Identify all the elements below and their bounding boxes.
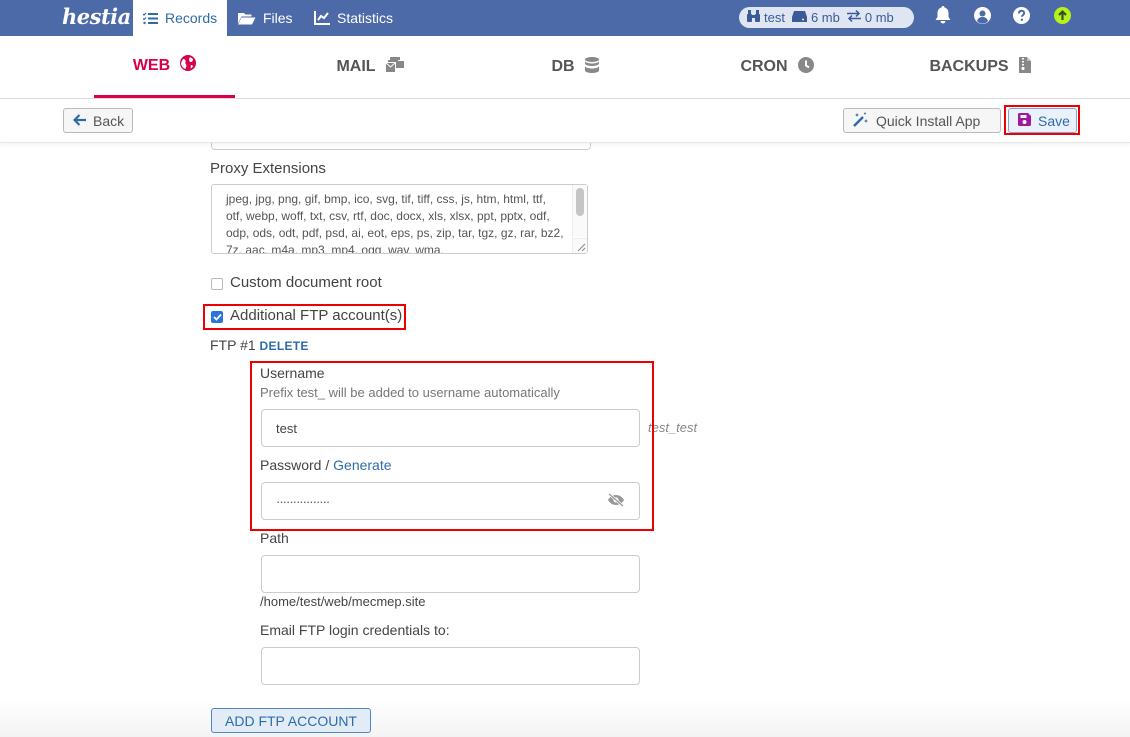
save-button-label: Save [1038,112,1070,129]
bottom-fade [0,700,1130,737]
save-button[interactable]: Save [1008,108,1077,133]
username-preview: test_test [648,420,698,435]
usage-user: test [764,10,785,25]
section-tabs: WEB MAIL DB CRON BACKUPS [0,36,1130,99]
tab-backups-label: BACKUPS [929,58,1009,75]
proxy-extensions-label: Proxy Extensions [210,160,326,177]
arrow-left-icon [72,113,86,129]
hard-drive-icon [791,10,807,25]
tab-db-label: DB [551,58,575,75]
arrow-up-circle-icon [1054,6,1071,29]
textarea-resize-handle[interactable] [572,238,587,253]
file-zipper-icon [1018,56,1031,78]
tab-web[interactable]: WEB [94,36,235,98]
ftp-credentials-highlight [250,361,654,531]
chart-line-icon [314,11,330,25]
arrows-exchange-icon [846,9,861,25]
proxy-extensions-textarea[interactable]: jpeg, jpg, png, gif, bmp, ico, svg, tif,… [211,184,588,254]
database-icon [584,56,599,78]
nav-files[interactable]: Files [228,0,303,36]
quick-install-app-label: Quick Install App [876,112,981,129]
usage-summary: test 6 mb 0 mb [739,7,914,28]
custom-docroot-label: Custom document root [230,274,382,291]
tab-mail[interactable]: MAIL [320,36,420,98]
tab-backups[interactable]: BACKUPS [920,36,1040,98]
textarea-scrollbar-thumb[interactable] [576,188,584,216]
tab-db[interactable]: DB [535,36,615,98]
custom-docroot-checkbox[interactable] [211,278,223,290]
path-hint: /home/test/web/mecmep.site [260,594,426,609]
path-label: Path [260,530,289,546]
ftp-delete-link[interactable]: DELETE [260,339,309,353]
magic-wand-icon [853,111,869,130]
tab-mail-label: MAIL [336,58,376,75]
globe-icon [180,55,197,76]
additional-ftp-highlight [203,304,406,330]
mail-bulk-icon [385,57,404,77]
tab-cron[interactable]: CRON [727,36,827,98]
hestia-logo[interactable]: hestia [62,4,131,29]
email-credentials-label: Email FTP login credentials to: [260,622,450,638]
updates-button[interactable] [1053,6,1072,29]
nav-statistics[interactable]: Statistics [304,0,403,36]
add-ftp-account-button[interactable]: ADD FTP ACCOUNT [211,708,371,733]
clock-icon [797,56,814,78]
user-menu-button[interactable] [973,6,992,29]
binoculars-icon [747,10,760,25]
ftp-account-heading: FTP #1 DELETE [210,337,309,353]
email-credentials-input[interactable] [261,647,640,685]
user-circle-icon [974,6,991,29]
notifications-button[interactable] [933,6,952,29]
back-button-label: Back [93,112,125,129]
tab-web-label: WEB [132,56,171,74]
quick-install-app-button[interactable]: Quick Install App [843,108,1001,133]
bell-icon [935,6,951,29]
nav-statistics-label: Statistics [337,10,394,26]
list-check-icon [143,12,158,25]
nav-records[interactable]: Records [133,0,227,36]
folder-open-icon [238,12,256,25]
help-button[interactable] [1012,6,1031,29]
nav-records-label: Records [165,10,218,26]
question-circle-icon [1013,6,1030,29]
tab-cron-label: CRON [740,58,788,75]
floppy-disk-icon [1018,112,1031,129]
nav-files-label: Files [263,10,293,26]
usage-bandwidth: 0 mb [864,10,894,25]
back-button[interactable]: Back [63,108,133,133]
path-input[interactable] [261,555,640,593]
top-navbar: hestia Records Files Statistics test 6 m… [0,0,1130,36]
ftp-account-number: FTP #1 [210,337,256,353]
usage-disk: 6 mb [810,10,840,25]
